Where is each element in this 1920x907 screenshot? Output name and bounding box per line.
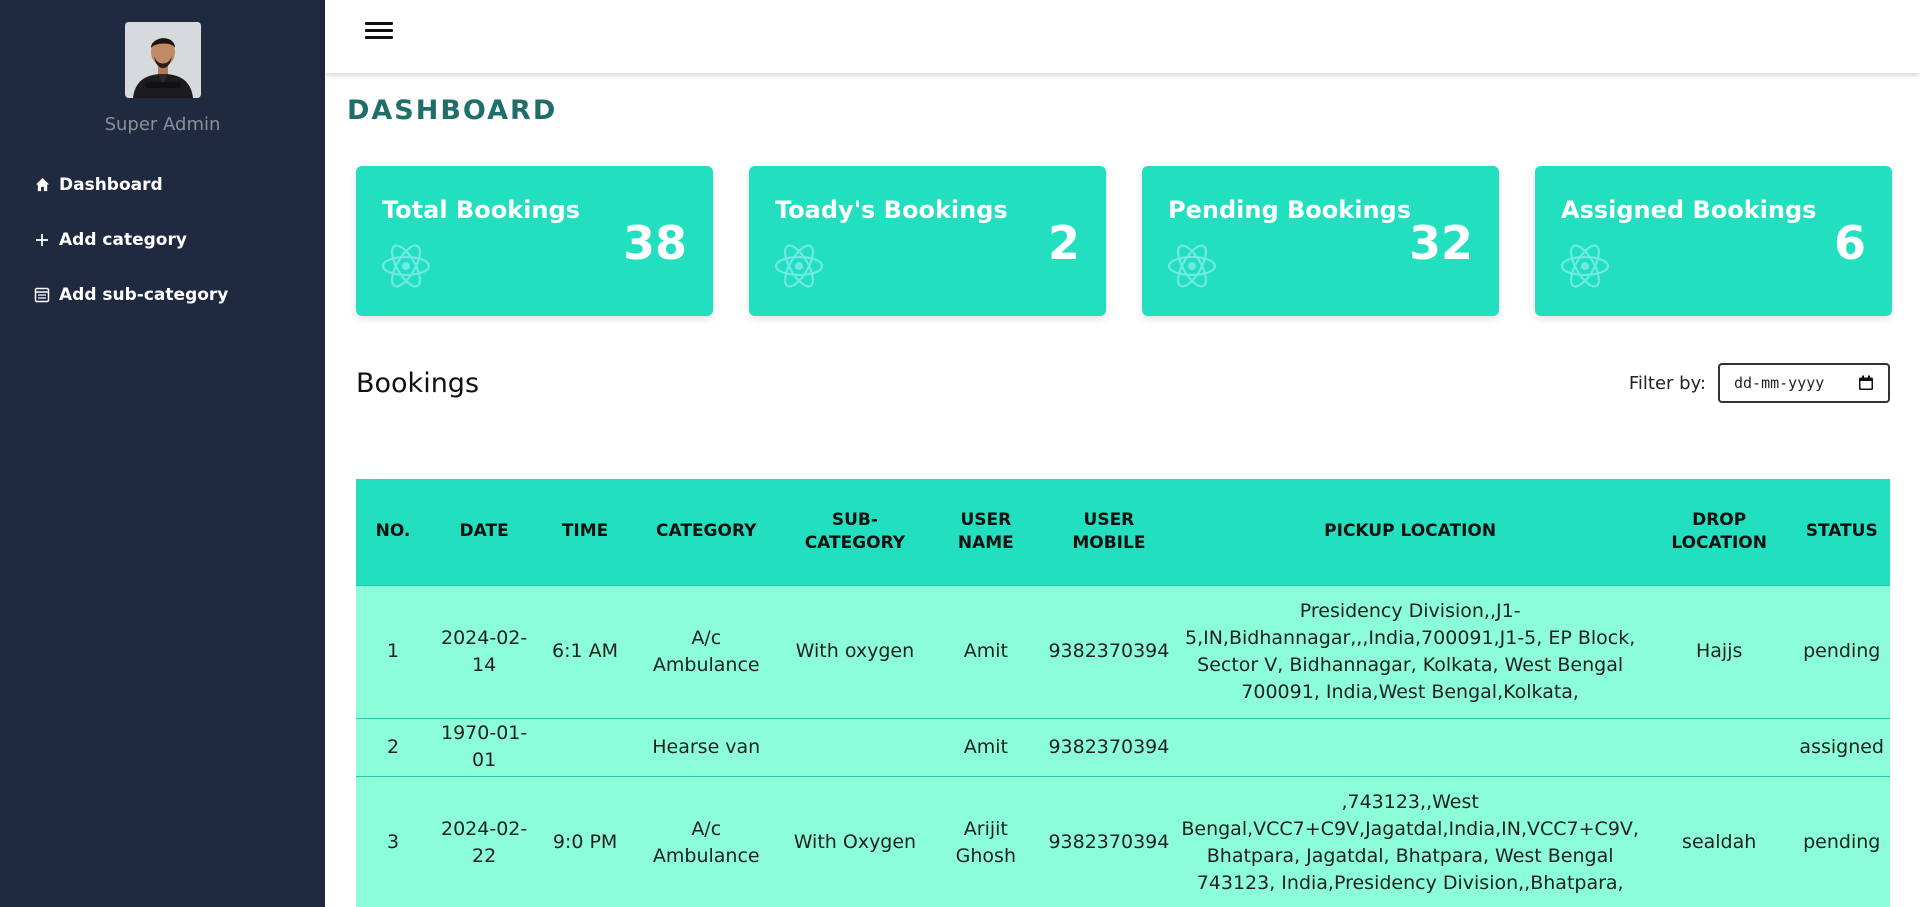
card-pending-bookings[interactable]: Pending Bookings 32 xyxy=(1142,166,1499,316)
table-header-row: NO. DATE TIME CATEGORY SUB-CATEGORY USER… xyxy=(356,479,1890,585)
column-header: STATUS xyxy=(1805,521,1878,542)
plus-icon xyxy=(32,233,52,247)
table-cell: ,743123,,West Bengal,VCC7+C9V,Jagatdal,I… xyxy=(1181,790,1639,894)
page-title: DASHBOARD xyxy=(347,95,558,126)
table-cell xyxy=(781,718,930,776)
column-header: TIME xyxy=(561,521,609,542)
card-count: 38 xyxy=(622,216,687,270)
column-header: DATE xyxy=(459,521,509,542)
bookings-heading: Bookings xyxy=(356,368,480,399)
table-cell: Arijit Ghosh xyxy=(955,817,1016,867)
table-cell: 9382370394 xyxy=(1048,831,1170,853)
table-cell xyxy=(1645,718,1793,776)
react-icon xyxy=(774,244,824,288)
date-filter-input[interactable]: dd-mm-yyyy xyxy=(1718,363,1890,403)
column-header: CATEGORY xyxy=(656,521,757,542)
avatar xyxy=(124,22,201,98)
sidebar-item-label: Add category xyxy=(59,229,187,250)
table-cell: With oxygen xyxy=(795,640,915,662)
calendar-icon[interactable] xyxy=(1858,375,1874,391)
table-cell: Amit xyxy=(963,735,1008,758)
table-cell: A/c Ambulance xyxy=(652,817,760,867)
sidebar: Super Admin Dashboard Add category Add s… xyxy=(0,0,325,907)
card-todays-bookings[interactable]: Toady's Bookings 2 xyxy=(749,166,1106,316)
table-cell: 1970-01-01 xyxy=(440,722,528,771)
table-cell: 6:1 AM xyxy=(552,640,619,662)
sidebar-item-add-category[interactable]: Add category xyxy=(0,212,325,267)
card-assigned-bookings[interactable]: Assigned Bookings 6 xyxy=(1535,166,1892,316)
card-label: Pending Bookings xyxy=(1168,196,1411,224)
card-label: Total Bookings xyxy=(382,196,580,224)
table-cell: 9382370394 xyxy=(1048,640,1170,662)
react-icon xyxy=(1560,244,1610,288)
table-row[interactable]: 3 2024-02-22 9:0 PM A/c Ambulance With O… xyxy=(356,776,1890,907)
home-icon xyxy=(32,177,52,192)
table-cell: 2024-02-22 xyxy=(440,817,528,867)
table-cell: 1 xyxy=(386,640,400,662)
column-header: SUB-CATEGORY xyxy=(804,509,906,553)
card-count: 32 xyxy=(1408,216,1473,270)
sidebar-nav: Dashboard Add category Add sub-category xyxy=(0,157,325,322)
card-count: 2 xyxy=(1047,216,1080,270)
table-cell: A/c Ambulance xyxy=(652,626,760,676)
react-icon xyxy=(381,244,431,288)
table-row[interactable]: 2 1970-01-01 Hearse van Amit 9382370394 … xyxy=(356,718,1890,776)
table-cell: sealdah xyxy=(1682,831,1757,853)
table-cell: 2 xyxy=(386,735,400,758)
table-cell: 9382370394 xyxy=(1048,735,1170,758)
column-header: USER NAME xyxy=(957,509,1014,553)
status-cell: pending xyxy=(1803,831,1881,853)
table-cell: 9:0 PM xyxy=(552,831,618,853)
date-placeholder: dd-mm-yyyy xyxy=(1734,374,1825,392)
table-cell: Presidency Division,,J1-5,IN,Bidhannagar… xyxy=(1184,599,1636,703)
table-cell: Hearse van xyxy=(652,735,761,758)
table-cell: Hajjs xyxy=(1695,640,1743,662)
status-cell: assigned xyxy=(1799,735,1884,758)
list-icon xyxy=(32,287,52,303)
filter-label: Filter by: xyxy=(1628,372,1706,394)
bookings-table: NO. DATE TIME CATEGORY SUB-CATEGORY USER… xyxy=(356,479,1890,907)
card-total-bookings[interactable]: Total Bookings 38 xyxy=(356,166,713,316)
sidebar-item-label: Add sub-category xyxy=(59,284,229,305)
table-cell xyxy=(1175,718,1645,776)
sidebar-item-dashboard[interactable]: Dashboard xyxy=(0,157,325,212)
react-icon xyxy=(1167,244,1217,288)
column-header: NO. xyxy=(375,521,411,542)
app-root: Super Admin Dashboard Add category Add s… xyxy=(0,0,1920,907)
main-content: DASHBOARD Total Bookings 38 Toady's Book… xyxy=(325,0,1920,907)
table-cell: With Oxygen xyxy=(793,831,917,853)
filter-bar: Filter by: dd-mm-yyyy xyxy=(1629,363,1890,403)
table-row[interactable]: 1 2024-02-14 6:1 AM A/c Ambulance With o… xyxy=(356,585,1890,718)
sidebar-item-add-sub-category[interactable]: Add sub-category xyxy=(0,267,325,322)
table-cell: Amit xyxy=(963,640,1008,662)
table-cell: 2024-02-14 xyxy=(440,626,528,676)
card-label: Assigned Bookings xyxy=(1561,196,1817,224)
table-cell xyxy=(538,718,632,776)
bookings-table-container: NO. DATE TIME CATEGORY SUB-CATEGORY USER… xyxy=(356,479,1890,907)
stats-cards: Total Bookings 38 Toady's Bookings 2 Pen… xyxy=(356,166,1892,316)
table-cell: 3 xyxy=(386,831,400,853)
card-label: Toady's Bookings xyxy=(775,196,1008,224)
sidebar-item-label: Dashboard xyxy=(59,174,163,195)
card-count: 6 xyxy=(1833,216,1866,270)
column-header: DROP LOCATION xyxy=(1671,509,1767,553)
hamburger-menu-icon[interactable] xyxy=(365,22,393,50)
column-header: PICKUP LOCATION xyxy=(1324,521,1497,542)
status-cell: pending xyxy=(1803,640,1881,662)
column-header: USER MOBILE xyxy=(1072,509,1146,553)
top-bar xyxy=(325,0,1920,73)
user-role-label: Super Admin xyxy=(104,114,221,135)
